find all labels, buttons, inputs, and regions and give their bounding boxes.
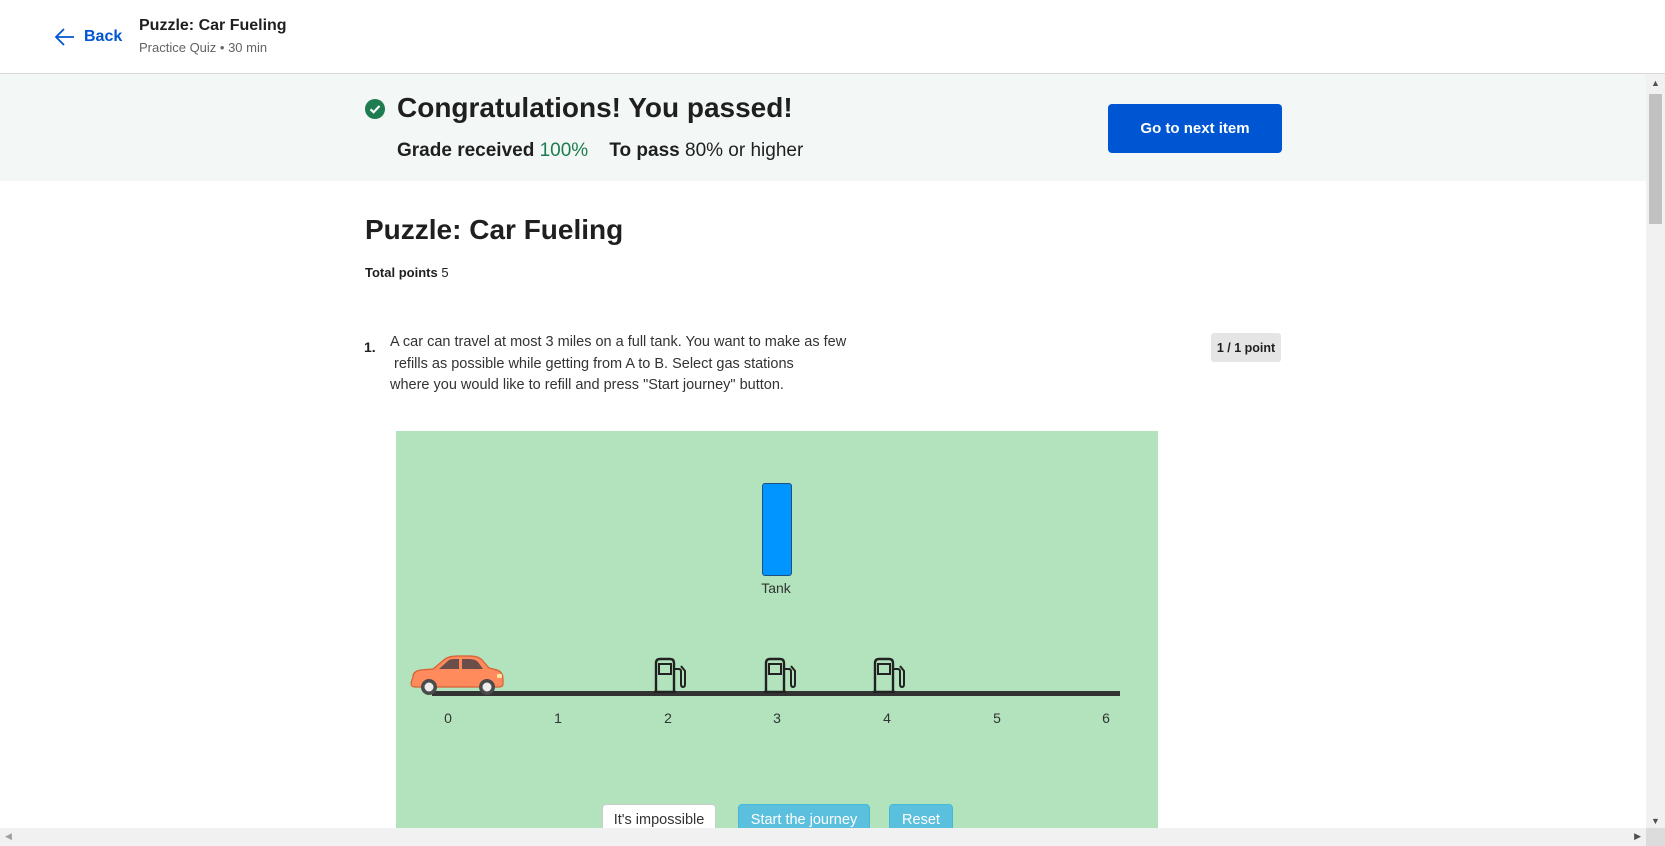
axis-tick-label: 4 [883, 710, 891, 726]
top-header: Back Puzzle: Car Fueling Practice Quiz •… [0, 0, 1665, 74]
axis-tick-label: 3 [773, 710, 781, 726]
axis-tick-label: 5 [993, 710, 1001, 726]
axis-tick-label: 0 [444, 710, 452, 726]
question-line: refills as possible while getting from A… [390, 355, 794, 372]
scroll-thumb[interactable] [1649, 94, 1662, 224]
passed-banner [0, 74, 1646, 181]
total-points-value: 5 [441, 265, 449, 280]
reset-button[interactable]: Reset [889, 804, 953, 828]
scroll-down-icon[interactable]: ▼ [1651, 816, 1660, 826]
car-fueling-puzzle: Tank 0 1 2 3 4 5 6 It's impossible Start… [396, 431, 1158, 828]
axis-tick-label: 1 [554, 710, 562, 726]
scrollbar-corner [1646, 828, 1665, 846]
to-pass-value: 80% or higher [685, 140, 804, 161]
scroll-up-icon[interactable]: ▲ [1651, 78, 1660, 88]
its-impossible-button[interactable]: It's impossible [602, 804, 716, 828]
question-line: A car can travel at most 3 miles on a fu… [390, 334, 847, 350]
scroll-left-icon[interactable]: ◀ [5, 831, 12, 842]
fuel-tank-gauge [762, 483, 792, 576]
vertical-scrollbar[interactable]: ▲ ▼ [1646, 74, 1665, 828]
grade-received-label: Grade received [397, 140, 535, 161]
header-subtitle: Practice Quiz • 30 min [139, 40, 268, 55]
grade-received-value: 100% [539, 140, 589, 161]
back-label: Back [84, 28, 123, 45]
question-line: where you would like to refill and press… [390, 377, 784, 393]
question-number: 1. [364, 339, 376, 355]
points-badge: 1 / 1 point [1211, 333, 1281, 362]
total-points-label: Total points [365, 265, 438, 280]
scroll-right-icon[interactable]: ▶ [1634, 831, 1641, 842]
car-icon [410, 655, 504, 695]
back-button[interactable]: Back [54, 25, 122, 49]
quiz-title: Puzzle: Car Fueling [365, 214, 624, 245]
gas-pump-icon[interactable] [763, 657, 797, 693]
grade-summary: Grade received 100% To pass 80% or highe… [397, 140, 803, 162]
total-points: Total points 5 [365, 265, 449, 280]
pass-message: Congratulations! You passed! [397, 92, 793, 123]
check-circle-icon [365, 99, 385, 119]
horizontal-scrollbar[interactable]: ◀ ▶ [0, 828, 1646, 846]
axis-tick-label: 6 [1102, 710, 1110, 726]
arrow-left-icon [54, 28, 74, 46]
to-pass-label: To pass [609, 140, 680, 161]
gas-pump-icon[interactable] [872, 657, 906, 693]
gas-pump-icon[interactable] [653, 657, 687, 693]
question-text: A car can travel at most 3 miles on a fu… [390, 332, 870, 397]
tank-label: Tank [761, 580, 791, 596]
header-title: Puzzle: Car Fueling [139, 17, 287, 34]
start-journey-button[interactable]: Start the journey [738, 804, 870, 828]
go-to-next-item-button[interactable]: Go to next item [1108, 104, 1282, 153]
axis-tick-label: 2 [664, 710, 672, 726]
